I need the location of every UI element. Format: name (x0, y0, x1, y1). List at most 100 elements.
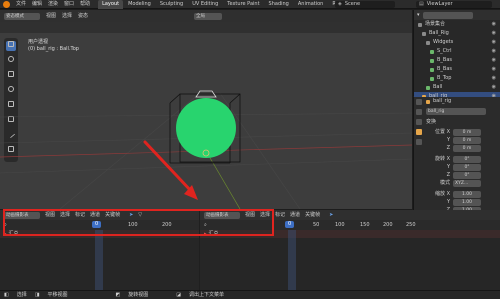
visibility-eye-icon[interactable]: ◉ (492, 49, 496, 54)
viewport-menu-select[interactable]: 选择 (62, 13, 72, 19)
location-z-field[interactable]: 0 m (453, 144, 481, 152)
scale-label: 缩放 X (434, 190, 450, 197)
menu-window[interactable]: 窗口 (64, 1, 74, 7)
dopesheet-right-menu-marker[interactable]: 标记 (275, 212, 285, 218)
rotation-mode-label: 模式 (439, 179, 450, 186)
viewport-header: 姿态模式 视图 选择 姿态 全局 (0, 10, 412, 22)
rotation-z-label: Z (446, 171, 450, 178)
rotation-x-row: 旋转 X 0° (414, 155, 500, 163)
location-x-field[interactable]: 0 m (453, 128, 481, 136)
blender-logo-icon[interactable] (3, 1, 10, 8)
outliner-search[interactable] (422, 11, 473, 19)
tab-animation[interactable]: Animation (294, 0, 328, 9)
object-tab-icon[interactable] (416, 129, 422, 135)
view-layer-selector[interactable]: ▤ ViewLayer (416, 1, 492, 8)
scene-selector[interactable]: ◈ Scene (335, 1, 395, 8)
rotation-mode-row: 模式 XYZ... (414, 179, 500, 187)
menu-render[interactable]: 渲染 (48, 1, 58, 7)
dopesheet-right-tick-50: 50 (313, 222, 320, 228)
status-context-icon: ◪ (176, 291, 181, 298)
visibility-eye-icon[interactable]: ◉ (492, 22, 496, 27)
view-layer-name: ViewLayer (426, 1, 453, 7)
tab-uv-editing[interactable]: UV Editing (188, 0, 222, 9)
dopesheet-right-tick-250: 250 (406, 222, 416, 228)
outliner-item-icon (422, 31, 426, 36)
visibility-eye-icon[interactable]: ◉ (492, 31, 496, 36)
data-tab-icon[interactable] (416, 139, 422, 145)
tab-sculpting[interactable]: Sculpting (156, 0, 187, 9)
outliner-item[interactable]: B_Bas ◉ (414, 56, 500, 65)
dopesheet-right-menu-channel[interactable]: 通道 (290, 212, 300, 218)
rotation-z-field[interactable]: 0° (453, 171, 481, 179)
tab-layout[interactable]: Layout (98, 0, 124, 9)
status-rotate: 旋转视图 (128, 291, 149, 298)
rotation-x-field[interactable]: 0° (453, 155, 481, 163)
outliner-item[interactable]: B_Top ◉ (414, 74, 500, 83)
location-z-label: Z (446, 144, 450, 151)
menu-help[interactable]: 帮助 (80, 1, 90, 7)
dopesheet-right-playhead[interactable]: 0 (285, 221, 295, 228)
rotation-mode-dropdown[interactable]: XYZ... (453, 179, 481, 187)
outliner-item[interactable]: 场景集合 ◉ (414, 20, 500, 29)
scale-y-row: Y 1.00 (414, 198, 500, 206)
properties-tabs (416, 99, 424, 149)
dopesheet-right-cursor-icon[interactable]: ➤ (329, 212, 333, 218)
outliner-header: ▾ (414, 10, 500, 20)
viewport-menu-view[interactable]: 视图 (46, 13, 56, 19)
outliner-item-label: Ball (433, 84, 443, 90)
outliner-item[interactable]: Widgets ◉ (414, 38, 500, 47)
rotation-label: 旋转 X (434, 155, 450, 162)
outliner-filter-icon[interactable]: ▾ (417, 12, 420, 18)
visibility-eye-icon[interactable]: ◉ (492, 85, 496, 90)
view-layer-icon: ▤ (419, 1, 424, 7)
outliner-item[interactable]: B_Bas ◉ (414, 65, 500, 74)
top-menu-bar: 文件 编辑 渲染 窗口 帮助 Layout Modeling Sculpting… (0, 0, 500, 9)
location-y-field[interactable]: 0 m (453, 136, 481, 144)
main-menu: 文件 编辑 渲染 窗口 帮助 (16, 0, 90, 9)
tab-shading[interactable]: Shading (265, 0, 293, 9)
location-y-row: Y 0 m (414, 136, 500, 144)
status-mouse-left-icon: ◧ (4, 291, 9, 298)
tab-modeling[interactable]: Modeling (124, 0, 155, 9)
outliner-item-label: Ball_Rig (429, 30, 449, 36)
mode-dropdown[interactable]: 姿态模式 (4, 12, 40, 20)
visibility-eye-icon[interactable]: ◉ (492, 40, 496, 45)
visibility-eye-icon[interactable]: ◉ (492, 67, 496, 72)
output-tab-icon[interactable] (416, 119, 422, 125)
orientation-dropdown[interactable]: 全局 (194, 12, 223, 20)
status-bar: ◧ 选择 ◨ 平移视图 ◩ 旋转视图 ◪ 调出上下文菜单 (0, 290, 500, 299)
dopesheet-right-menu-key[interactable]: 关键帧 (305, 212, 320, 218)
scale-x-row: 缩放 X 1.00 (414, 190, 500, 198)
outliner-tree: 场景集合 ◉ Ball_Rig ◉ Widgets ◉ S_Ctrl ◉ B_Bas ◉ B_Bas… (414, 20, 500, 101)
outliner-item[interactable]: Ball_Rig ◉ (414, 29, 500, 38)
scale-x-field[interactable]: 1.00 (453, 190, 481, 198)
outliner-item-icon (430, 76, 434, 81)
rotation-y-field[interactable]: 0° (453, 163, 481, 171)
properties-object-title: ball_rig (433, 98, 452, 104)
scale-y-field[interactable]: 1.00 (453, 198, 481, 206)
outliner-item-label: S_Ctrl (437, 48, 452, 54)
menu-file[interactable]: 文件 (16, 1, 26, 7)
outliner-item-label: 场景集合 (425, 21, 446, 27)
outliner-item[interactable]: S_Ctrl ◉ (414, 47, 500, 56)
visibility-eye-icon[interactable]: ◉ (492, 58, 496, 63)
outliner-item[interactable]: Ball ◉ (414, 83, 500, 92)
location-y-label: Y (446, 136, 450, 143)
transform-section-header[interactable]: 变换 (414, 116, 500, 128)
dopesheet-right-tick-150: 150 (360, 222, 370, 228)
outliner-item-icon (430, 49, 434, 54)
tool-tab-icon[interactable] (416, 99, 422, 105)
red-arrow-icon (143, 140, 198, 200)
scale-y-label: Y (446, 198, 450, 205)
outliner-item-icon (426, 85, 430, 90)
menu-edit[interactable]: 编辑 (32, 1, 42, 7)
visibility-eye-icon[interactable]: ◉ (492, 76, 496, 81)
render-tab-icon[interactable] (416, 109, 422, 115)
outliner-item-icon (426, 40, 430, 45)
location-label: 位置 X (434, 128, 450, 135)
tab-texture-paint[interactable]: Texture Paint (223, 0, 263, 9)
viewport-menu-pose[interactable]: 姿态 (78, 13, 88, 19)
status-mouse-right-icon: ◩ (115, 291, 121, 298)
y-axis-line (205, 150, 241, 209)
object-name-field[interactable]: ball_rig (426, 107, 486, 115)
